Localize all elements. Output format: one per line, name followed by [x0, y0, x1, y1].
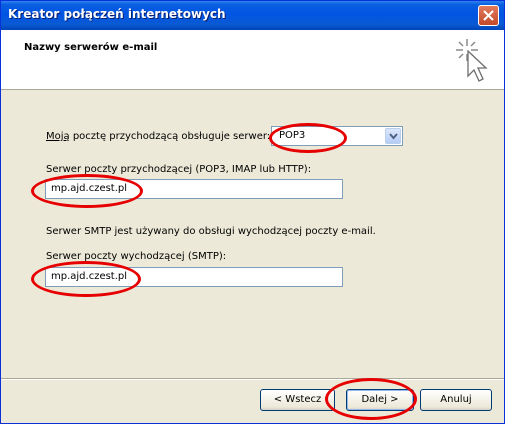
next-button[interactable]: Dalej > [346, 389, 414, 411]
outgoing-server-input[interactable]: mp.ajd.czest.pl [45, 267, 343, 287]
outgoing-server-label: Serwer poczty wychodzącej (SMTP): [46, 251, 227, 262]
incoming-server-label: Serwer poczty przychodzącej (POP3, IMAP … [46, 164, 312, 175]
incoming-server-type-value: POP3 [279, 130, 306, 141]
window-title: Kreator połączeń internetowych [8, 7, 226, 21]
chevron-down-icon [389, 133, 398, 140]
wizard-sparkle-cursor-icon [456, 39, 488, 82]
incoming-server-input[interactable]: mp.ajd.czest.pl [45, 179, 343, 199]
dropdown-button[interactable] [385, 128, 401, 144]
wizard-header: Nazwy serwerów e-mail [1, 30, 504, 90]
wizard-window: Kreator połączeń internetowych Nazwy ser… [0, 0, 505, 424]
smtp-info-text: Serwer SMTP jest używany do obsługi wych… [46, 226, 376, 237]
incoming-server-type-select[interactable]: POP3 [271, 126, 403, 146]
incoming-server-type-label: Moją pocztę przychodzącą obsługuje serwe… [46, 131, 271, 142]
back-button[interactable]: < Wstecz [260, 389, 335, 411]
outgoing-server-value: mp.ajd.czest.pl [51, 271, 128, 282]
button-separator [1, 378, 504, 380]
wizard-body: Moją pocztę przychodzącą obsługuje serwe… [1, 90, 504, 377]
close-icon [483, 10, 494, 21]
close-button[interactable] [478, 5, 499, 26]
page-title: Nazwy serwerów e-mail [24, 42, 158, 53]
title-bar[interactable]: Kreator połączeń internetowych [1, 1, 504, 30]
cancel-button[interactable]: Anuluj [420, 389, 492, 411]
incoming-server-value: mp.ajd.czest.pl [51, 183, 128, 194]
